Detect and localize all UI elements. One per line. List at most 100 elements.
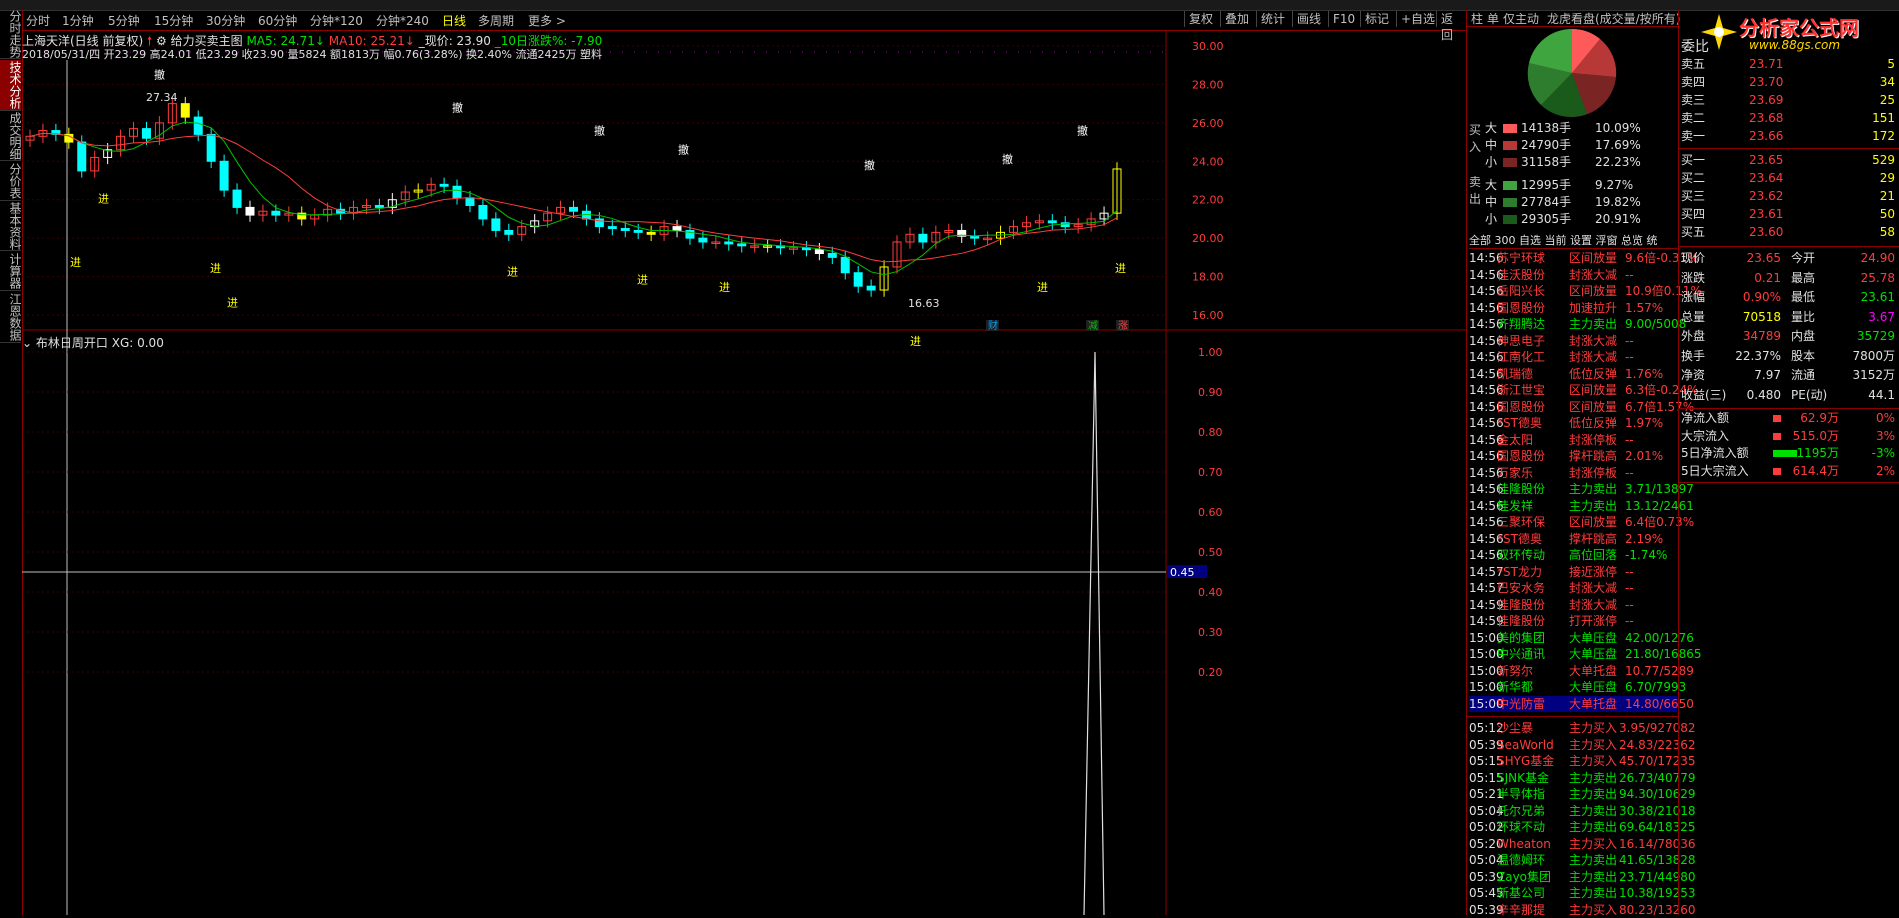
candle-body: [141, 128, 151, 139]
buy-signal-label: 进: [70, 256, 81, 269]
orderbook-divider: [1679, 148, 1899, 149]
filter-stats[interactable]: 统: [1647, 234, 1658, 247]
flow-color-swatch: [1503, 158, 1517, 167]
sub-tick-label: 0.60: [1198, 506, 1223, 519]
buy-signal-label: 进: [910, 335, 921, 348]
alert-ticker-row[interactable]: 15:00 中光防雷 大单托盘 14.80/6650: [1469, 695, 1694, 712]
bottom-tag-label: 减: [1088, 320, 1098, 332]
filter-current[interactable]: 当前: [1545, 234, 1567, 247]
price-tick-label: 18.00: [1192, 271, 1224, 284]
collapse-icon[interactable]: ⌄: [22, 336, 32, 350]
sub-chart-title[interactable]: 布林日周开口: [36, 336, 108, 350]
candle-body: [452, 185, 462, 199]
tab-active-only[interactable]: 仅主动: [1503, 10, 1539, 27]
tab-price-table[interactable]: 分价表: [0, 162, 22, 201]
period-1min[interactable]: 1分钟: [62, 12, 94, 29]
bottom-tag-label: 涨: [1118, 320, 1128, 332]
kline-chart-area[interactable]: 30.00 28.00 26.00 24.00 22.00 20.00 18.00 16.00…: [22, 30, 1466, 915]
kline-chart[interactable]: 30.00 28.00 26.00 24.00 22.00 20.00 18.00 16.00…: [22, 30, 1466, 915]
capital-bar: [1773, 467, 1781, 475]
period-5min[interactable]: 5分钟: [108, 12, 140, 29]
candle-body: [866, 285, 876, 291]
candle-body: [607, 226, 617, 230]
candle-body: [206, 133, 216, 162]
candle-body: [465, 197, 475, 206]
flow-color-swatch: [1503, 141, 1517, 150]
candle-body: [439, 183, 449, 187]
period-daily[interactable]: 日线: [442, 12, 466, 29]
sell-signal-label: 撤: [678, 143, 689, 157]
tab-trade-detail[interactable]: 成交明细: [0, 112, 22, 161]
draw-line-button[interactable]: 画线: [1292, 11, 1325, 27]
cursor-value-label: 0.45: [1170, 566, 1195, 579]
mark-button[interactable]: 标记: [1360, 11, 1393, 27]
sub-tick-label: 0.30: [1198, 626, 1223, 639]
filter-settings[interactable]: 设置: [1570, 234, 1592, 247]
period-fenshi[interactable]: 分时: [26, 12, 50, 29]
buy-signal-label: 进: [210, 262, 221, 275]
candle-body: [840, 256, 850, 274]
bollinger-spike-line: [1083, 351, 1105, 915]
sub-tick-label: 0.80: [1198, 426, 1223, 439]
tab-gann-data[interactable]: 江恩数据: [0, 292, 22, 343]
period-30min[interactable]: 30分钟: [206, 12, 245, 29]
period-more[interactable]: 更多 >: [528, 12, 566, 29]
buy-signal-label: 进: [719, 281, 730, 294]
candle-body: [478, 204, 488, 220]
tab-technical[interactable]: 技术分析: [0, 60, 22, 111]
tab-intraday[interactable]: 分时走势: [0, 10, 22, 59]
logo-url: www.88gs.com: [1749, 38, 1841, 52]
price-tick-label: 22.00: [1192, 194, 1224, 207]
filter-overview[interactable]: 总览: [1621, 234, 1643, 247]
sub-tick-label: 0.50: [1198, 546, 1223, 559]
price-tick-label: 26.00: [1192, 117, 1224, 130]
filter-all[interactable]: 全部: [1469, 234, 1491, 247]
f10-button[interactable]: F10: [1328, 11, 1359, 27]
buy-signal-label: 进: [227, 296, 238, 309]
candle-body: [504, 229, 514, 235]
overlay-button[interactable]: 叠加: [1220, 11, 1253, 27]
tab-calculator[interactable]: 计算器: [0, 252, 22, 291]
tab-bar[interactable]: 柱: [1471, 10, 1483, 27]
buy-signal-label: 进: [637, 273, 648, 286]
tab-basic-info[interactable]: 基本资料: [0, 202, 22, 251]
logo-text: 分析家公式网: [1739, 16, 1859, 40]
period-60min[interactable]: 60分钟: [258, 12, 297, 29]
sub-tick-label: 0.70: [1198, 466, 1223, 479]
period-240min[interactable]: 分钟*240: [376, 12, 429, 29]
fuquan-button[interactable]: 复权: [1184, 11, 1217, 27]
xg-value: XG: 0.00: [111, 336, 164, 350]
period-15min[interactable]: 15分钟: [154, 12, 193, 29]
filter-watchlist[interactable]: 自选: [1519, 234, 1541, 247]
flow-color-swatch: [1503, 215, 1517, 224]
candle-body: [77, 141, 87, 172]
candle-body: [1047, 220, 1057, 224]
filter-float[interactable]: 浮窗: [1596, 234, 1618, 247]
candle-body: [827, 253, 837, 258]
left-vertical-tabs: 分时走势 技术分析 成交明细 分价表 基本资料 计算器 江恩数据: [0, 10, 23, 915]
add-watchlist-button[interactable]: +自选: [1396, 11, 1439, 27]
period-120min[interactable]: 分钟*120: [310, 12, 363, 29]
capital-bar: [1773, 415, 1781, 422]
tab-dragon-tiger[interactable]: 龙虎看盘(成交量/按所有): [1547, 10, 1680, 27]
ohlc-info-line: 2018/05/31/四 开23.29 高24.01 低23.29 收23.90…: [22, 48, 602, 61]
period-multi[interactable]: 多周期: [478, 12, 514, 29]
sell-signal-label: 撤: [1077, 123, 1088, 137]
ma10-line: [29, 132, 1118, 263]
back-button[interactable]: 返回: [1436, 11, 1466, 42]
filter-300[interactable]: 300: [1495, 234, 1516, 247]
candle-body: [245, 206, 255, 216]
buy-signal-label: 进: [98, 193, 109, 206]
flow-pie-chart: [1527, 28, 1617, 117]
sell-signal-label: 撤: [452, 100, 463, 114]
candle-body: [491, 218, 501, 231]
stats-button[interactable]: 统计: [1256, 11, 1289, 27]
candle-body: [271, 210, 281, 216]
tab-single[interactable]: 单: [1487, 10, 1499, 27]
price-tick-label: 28.00: [1192, 78, 1224, 91]
capital-bar: [1773, 450, 1797, 457]
candle-body: [180, 103, 190, 118]
flow-color-swatch: [1503, 198, 1517, 207]
sell-signal-label: 撤: [154, 68, 165, 82]
ticker-divider: [1467, 716, 1679, 717]
